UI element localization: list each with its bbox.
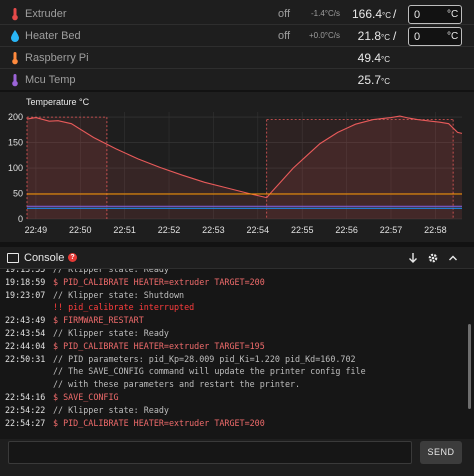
console-message: // Klipper state: Shutdown xyxy=(53,289,185,300)
heater-state: off xyxy=(278,8,291,20)
arrow-down-icon[interactable] xyxy=(406,251,420,265)
current-temp: 166.4°C xyxy=(352,7,392,21)
water-drop-icon xyxy=(11,30,19,42)
x-tick-label: 22:57 xyxy=(380,225,403,235)
separator: / xyxy=(393,7,397,21)
console-message: // The SAVE_CONFIG command will update t… xyxy=(53,366,366,377)
console-timestamp: 22:54:27 xyxy=(5,417,46,428)
console-header: Console ? xyxy=(0,247,474,269)
current-temp: 21.8°C xyxy=(357,29,390,43)
console-timestamp: 19:23:07 xyxy=(5,289,46,300)
sensor-row-heater-bed: Heater Bed off +0.0°C/s 21.8°C / 0 °C xyxy=(0,25,474,47)
console-message: // Klipper state: Ready xyxy=(53,269,169,274)
console-timestamp: 22:54:16 xyxy=(5,392,46,402)
console-log[interactable]: 22:54:27 $ PID_CALIBRATE HEATER=extruder … xyxy=(0,269,474,439)
console-message: $ FIRMWARE_RESTART xyxy=(53,315,144,326)
x-tick-label: 22:54 xyxy=(247,225,270,235)
console-timestamp: 22:54:22 xyxy=(5,404,46,415)
x-tick-label: 22:50 xyxy=(69,225,92,235)
sensor-name: Extruder xyxy=(25,8,67,20)
console-scrollbar[interactable] xyxy=(468,324,471,409)
x-tick-label: 22:55 xyxy=(291,225,314,235)
heater-state: off xyxy=(278,30,291,42)
sensor-name: Heater Bed xyxy=(25,30,81,42)
thermometer-icon xyxy=(12,8,18,21)
console-message: $ PID_CALIBRATE HEATER=extruder TARGET=2… xyxy=(53,417,265,428)
sensor-name: Raspberry Pi xyxy=(25,52,89,64)
console-message: // with these parameters and restart the… xyxy=(53,379,301,390)
console-timestamp: 19:13:55 xyxy=(5,269,46,274)
sensor-table: Extruder off -1.4°C/s 166.4°C / 0 °C Hea… xyxy=(0,0,474,90)
chart-plot: 0 50 100 150 200 22:49 22:50 22:51 22:52 22:53 22:… xyxy=(8,112,463,235)
sensor-row-mcu-temp: Mcu Temp 25.7°C xyxy=(0,69,474,91)
extruder-target-input[interactable]: 0 °C xyxy=(408,5,462,24)
sensor-name: Mcu Temp xyxy=(25,74,76,86)
console-message: // PID parameters: pid_Kp=28.009 pid_Ki=… xyxy=(53,353,356,364)
target-unit: °C xyxy=(447,31,459,42)
console-timestamp: 19:18:59 xyxy=(5,276,46,287)
help-icon[interactable]: ? xyxy=(68,253,77,262)
thermometer-icon xyxy=(12,74,18,87)
console-timestamp: 22:43:49 xyxy=(5,315,46,326)
y-tick-label: 100 xyxy=(8,163,23,173)
y-tick-label: 200 xyxy=(8,112,23,122)
current-temp: 49.4°C xyxy=(357,51,390,65)
x-tick-label: 22:52 xyxy=(158,225,181,235)
y-tick-label: 150 xyxy=(8,138,23,148)
current-temp: 25.7°C xyxy=(357,73,390,87)
x-tick-label: 22:56 xyxy=(335,225,358,235)
target-value: 0 xyxy=(414,9,421,21)
target-unit: °C xyxy=(447,9,459,20)
temperature-chart: Temperature °C 0 50 100 150 200 22:49 22:50 22:… xyxy=(0,92,474,242)
console-message: $ PID_CALIBRATE HEATER=extruder TARGET=2… xyxy=(53,276,265,287)
temp-rate: -1.4°C/s xyxy=(311,9,340,18)
console-title: Console xyxy=(24,252,65,264)
console-message: // Klipper state: Ready xyxy=(53,328,169,338)
sensor-row-extruder: Extruder off -1.4°C/s 166.4°C / 0 °C xyxy=(0,3,474,25)
x-tick-label: 22:49 xyxy=(25,225,48,235)
gear-icon[interactable] xyxy=(426,251,440,265)
x-tick-label: 22:51 xyxy=(113,225,136,235)
console-timestamp: 22:43:54 xyxy=(5,328,46,338)
sensor-row-raspberry-pi: Raspberry Pi 49.4°C xyxy=(0,47,474,69)
console-input-area: SEND xyxy=(0,439,474,476)
x-tick-label: 22:58 xyxy=(424,225,447,235)
separator: / xyxy=(393,29,397,43)
y-tick-label: 0 xyxy=(18,214,23,224)
heater-bed-target-input[interactable]: 0 °C xyxy=(408,27,462,46)
y-tick-label: 50 xyxy=(13,189,23,199)
chevron-up-icon[interactable] xyxy=(446,251,460,265)
command-input[interactable] xyxy=(8,441,412,464)
send-button[interactable]: SEND xyxy=(420,441,462,464)
target-value: 0 xyxy=(414,31,421,43)
console-timestamp: 22:50:31 xyxy=(5,353,46,364)
console-icon xyxy=(7,253,19,263)
console-panel: Console ? 22:54:27 $ PID_CALIBRATE HEATER… xyxy=(0,247,474,476)
thermometer-icon xyxy=(12,52,18,65)
console-message: $ SAVE_CONFIG xyxy=(53,392,119,402)
console-message: !! pid_calibrate interrupted xyxy=(53,302,195,313)
temp-rate: +0.0°C/s xyxy=(309,31,340,40)
console-timestamp: 22:44:04 xyxy=(5,340,46,351)
console-message: $ PID_CALIBRATE HEATER=extruder TARGET=1… xyxy=(53,340,265,351)
console-message: // Klipper state: Ready xyxy=(53,404,169,415)
x-tick-label: 22:53 xyxy=(202,225,225,235)
